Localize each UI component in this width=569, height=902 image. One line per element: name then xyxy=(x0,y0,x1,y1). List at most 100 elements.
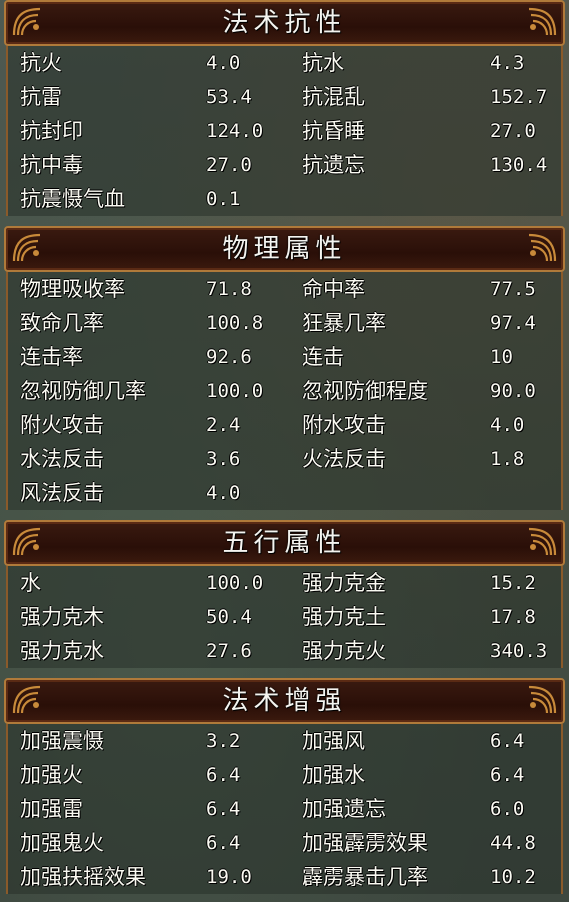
attribute-value: 6.4 xyxy=(206,764,241,786)
attribute-label: 致命几率 xyxy=(20,311,104,335)
attribute-label: 强力克木 xyxy=(20,605,104,629)
section-header: 物理属性 xyxy=(4,226,565,272)
section-spell-resistance: 法术抗性 抗火 4.0 抗水 4.3 抗雷 53.4 抗混乱 152.7 抗封印 124.0 抗昏睡 2… xyxy=(0,0,569,216)
attribute-value: 340.3 xyxy=(490,640,548,662)
attribute-label: 附水攻击 xyxy=(302,413,386,437)
attribute-label: 忽视防御程度 xyxy=(302,379,428,403)
attribute-value: 130.4 xyxy=(490,154,548,176)
attribute-label: 命中率 xyxy=(302,277,365,301)
attribute-value: 90.0 xyxy=(490,380,536,402)
attribute-value: 27.0 xyxy=(490,120,536,142)
attribute-value: 3.6 xyxy=(206,448,241,470)
attribute-value: 44.8 xyxy=(490,832,536,854)
attribute-label: 狂暴几率 xyxy=(302,311,386,335)
attribute-row: 附火攻击 2.4 附水攻击 4.0 xyxy=(8,408,561,442)
section-header: 法术增强 xyxy=(4,678,565,724)
attribute-row: 强力克木 50.4 强力克土 17.8 xyxy=(8,600,561,634)
attribute-label: 水法反击 xyxy=(20,447,104,471)
section-title: 物理属性 xyxy=(222,234,347,264)
attribute-row: 抗中毒 27.0 抗遗忘 130.4 xyxy=(8,148,561,182)
attribute-label: 加强遗忘 xyxy=(302,797,386,821)
attribute-value: 2.4 xyxy=(206,414,241,436)
attribute-label: 抗遗忘 xyxy=(302,153,365,177)
attribute-value: 100.0 xyxy=(206,380,264,402)
attribute-label: 抗火 xyxy=(20,51,62,75)
attribute-value: 27.0 xyxy=(206,154,252,176)
scroll-ornament-icon xyxy=(523,5,559,39)
attribute-label: 火法反击 xyxy=(302,447,386,471)
section-header: 法术抗性 xyxy=(4,0,565,46)
attribute-value: 10.2 xyxy=(490,866,536,888)
attribute-row: 忽视防御几率 100.0 忽视防御程度 90.0 xyxy=(8,374,561,408)
scroll-ornament-icon xyxy=(523,525,559,559)
attribute-value: 97.4 xyxy=(490,312,536,334)
attribute-value: 124.0 xyxy=(206,120,264,142)
section-body: 物理吸收率 71.8 命中率 77.5 致命几率 100.8 狂暴几率 97.4 连击率 92.6… xyxy=(6,272,563,510)
attribute-value: 1.8 xyxy=(490,448,525,470)
attribute-label: 强力克金 xyxy=(302,571,386,595)
attribute-label: 附火攻击 xyxy=(20,413,104,437)
attribute-label: 抗震慑气血 xyxy=(20,187,125,211)
attribute-label: 强力克土 xyxy=(302,605,386,629)
attribute-label: 加强火 xyxy=(20,763,83,787)
attribute-value: 6.4 xyxy=(490,764,525,786)
attribute-value: 4.0 xyxy=(490,414,525,436)
attribute-value: 6.0 xyxy=(490,798,525,820)
attribute-label: 忽视防御几率 xyxy=(20,379,146,403)
attribute-value: 100.8 xyxy=(206,312,264,334)
attribute-row: 加强雷 6.4 加强遗忘 6.0 xyxy=(8,792,561,826)
attribute-label: 强力克水 xyxy=(20,639,104,663)
attribute-value: 10 xyxy=(490,346,513,368)
attribute-label: 水 xyxy=(20,571,41,595)
scroll-ornament-icon xyxy=(523,231,559,265)
attribute-value: 4.3 xyxy=(490,52,525,74)
attribute-value: 100.0 xyxy=(206,572,264,594)
section-title: 五行属性 xyxy=(222,528,347,558)
attribute-label: 加强扶摇效果 xyxy=(20,865,146,889)
attribute-row: 加强震慑 3.2 加强风 6.4 xyxy=(8,724,561,758)
section-body: 水 100.0 强力克金 15.2 强力克木 50.4 强力克土 17.8 强力克水 27.6 强力… xyxy=(6,566,563,668)
section-five-elements: 五行属性水 100.0 强力克金 15.2 强力克木 50.4 强力克土 17.8 强力克水 27… xyxy=(0,520,569,668)
attribute-value: 4.0 xyxy=(206,52,241,74)
attribute-row: 抗封印 124.0 抗昏睡 27.0 xyxy=(8,114,561,148)
attribute-value: 0.1 xyxy=(206,188,241,210)
attribute-label: 加强水 xyxy=(302,763,365,787)
attribute-label: 加强霹雳效果 xyxy=(302,831,428,855)
attribute-label: 抗昏睡 xyxy=(302,119,365,143)
attribute-value: 17.8 xyxy=(490,606,536,628)
attribute-label: 抗水 xyxy=(302,51,344,75)
attribute-label: 抗封印 xyxy=(20,119,83,143)
attribute-label: 强力克火 xyxy=(302,639,386,663)
attribute-row: 风法反击 4.0 xyxy=(8,476,561,510)
section-spell-enhancement: 法术增强 加强震慑 3.2 加强风 6.4 加强火 6.4 加强水 6.4 加强雷 6.4 加强遗忘 6… xyxy=(0,678,569,894)
attribute-row: 抗雷 53.4 抗混乱 152.7 xyxy=(8,80,561,114)
attribute-value: 6.4 xyxy=(206,798,241,820)
section-body: 抗火 4.0 抗水 4.3 抗雷 53.4 抗混乱 152.7 抗封印 124.0 抗昏睡 27.0 抗… xyxy=(6,46,563,216)
attribute-value: 152.7 xyxy=(490,86,548,108)
attribute-label: 物理吸收率 xyxy=(20,277,125,301)
attribute-label: 加强风 xyxy=(302,729,365,753)
section-header: 五行属性 xyxy=(4,520,565,566)
attribute-panel: 法术抗性 抗火 4.0 抗水 4.3 抗雷 53.4 抗混乱 152.7 抗封印 124.0 抗昏睡 2… xyxy=(0,0,569,902)
attribute-row: 水 100.0 强力克金 15.2 xyxy=(8,566,561,600)
attribute-value: 19.0 xyxy=(206,866,252,888)
attribute-label: 加强鬼火 xyxy=(20,831,104,855)
attribute-value: 6.4 xyxy=(206,832,241,854)
attribute-label: 霹雳暴击几率 xyxy=(302,865,428,889)
attribute-row: 物理吸收率 71.8 命中率 77.5 xyxy=(8,272,561,306)
attribute-value: 53.4 xyxy=(206,86,252,108)
attribute-value: 4.0 xyxy=(206,482,241,504)
attribute-row: 抗震慑气血 0.1 xyxy=(8,182,561,216)
attribute-row: 水法反击 3.6 火法反击 1.8 xyxy=(8,442,561,476)
attribute-row: 抗火 4.0 抗水 4.3 xyxy=(8,46,561,80)
attribute-label: 抗中毒 xyxy=(20,153,83,177)
attribute-row: 加强扶摇效果 19.0 霹雳暴击几率 10.2 xyxy=(8,860,561,894)
section-physical-attributes: 物理属性 物理吸收率 71.8 命中率 77.5 致命几率 100.8 狂暴几率 97.4 连击率… xyxy=(0,226,569,510)
attribute-label: 抗雷 xyxy=(20,85,62,109)
attribute-label: 风法反击 xyxy=(20,481,104,505)
attribute-value: 50.4 xyxy=(206,606,252,628)
attribute-value: 15.2 xyxy=(490,572,536,594)
attribute-value: 77.5 xyxy=(490,278,536,300)
attribute-label: 加强震慑 xyxy=(20,729,104,753)
attribute-label: 连击 xyxy=(302,345,344,369)
